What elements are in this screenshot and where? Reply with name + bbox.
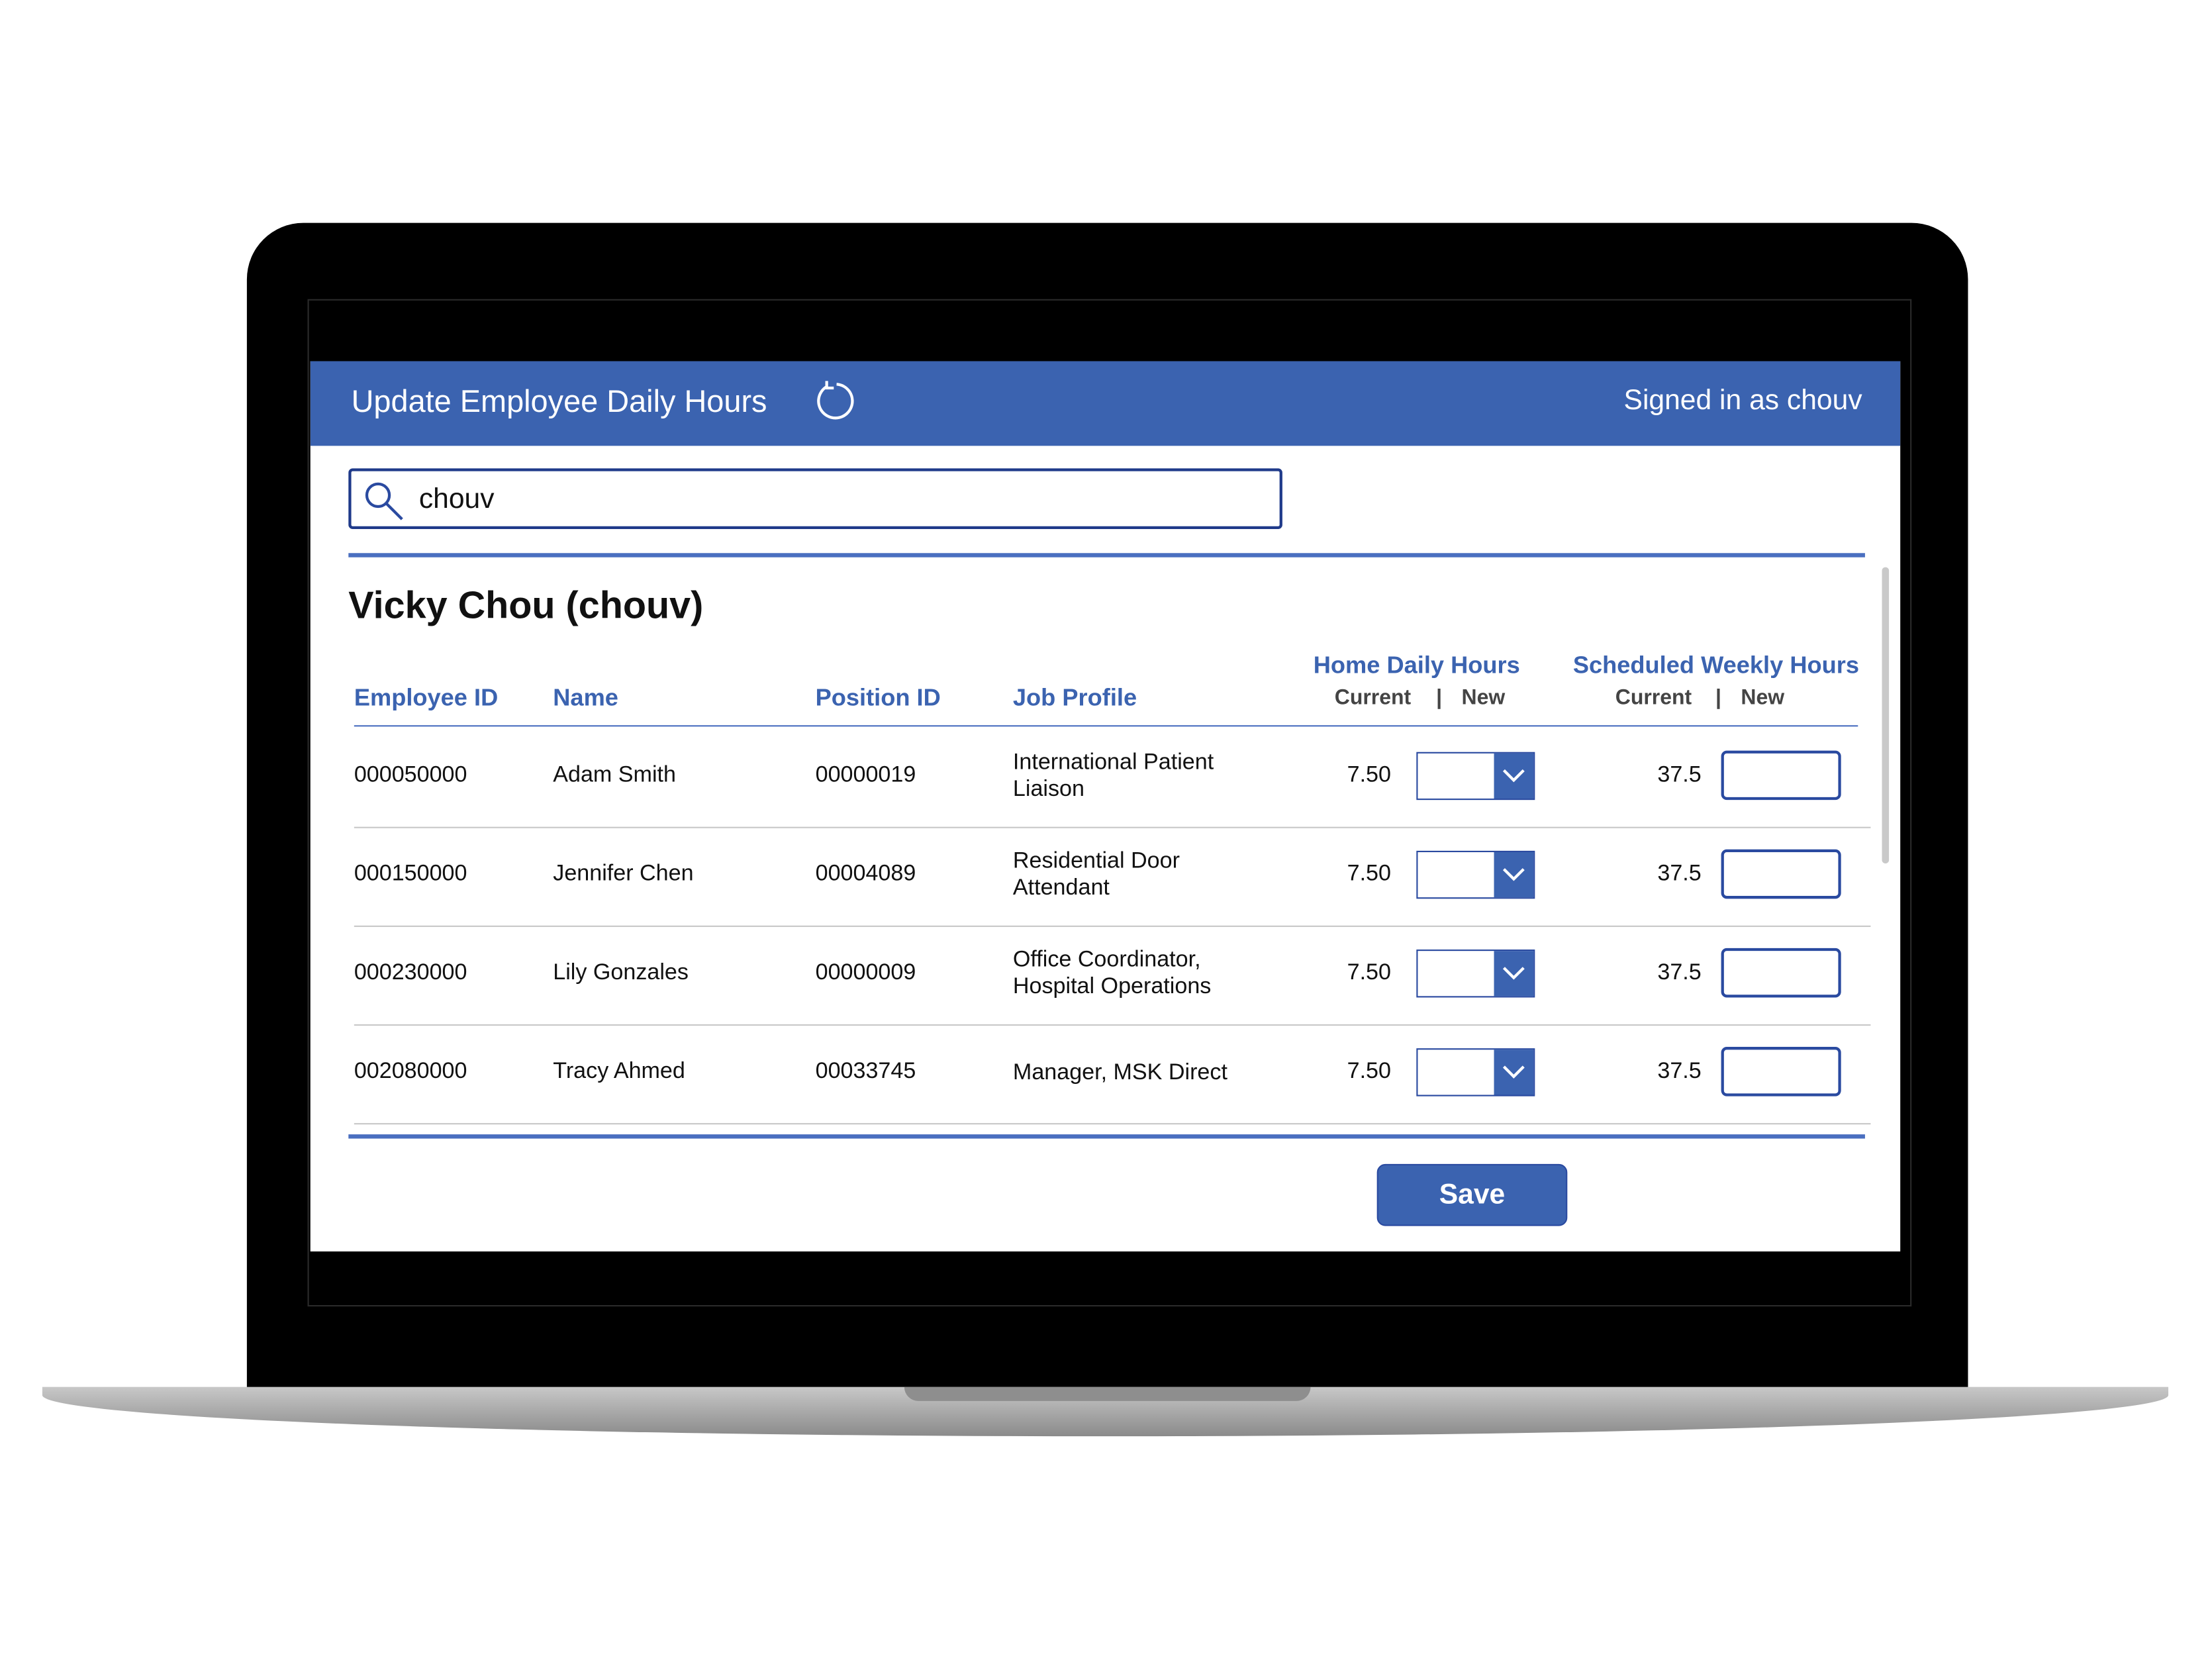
job-profile: Residential Door Attendant [1013,848,1180,902]
row-divider [354,1123,1871,1125]
job-profile-line-1: Office Coordinator, [1012,948,1201,973]
chevron-down-icon[interactable] [1494,753,1534,799]
employee-name: Lily Gonzales [553,961,689,985]
job-profile-line-2: Liaison [1012,777,1084,802]
col-employee-id: Employee ID [354,684,499,711]
sub-divider-weekly: | [1715,685,1722,710]
employee-id: 002080000 [354,1059,467,1084]
chevron-down-icon[interactable] [1494,1049,1534,1095]
position-id: 00033745 [815,1059,916,1084]
employee-id: 000230000 [354,961,467,985]
row-divider [354,925,1871,927]
save-button[interactable]: Save [1376,1163,1568,1226]
scrollbar[interactable] [1882,567,1890,864]
daily-hours-current: 7.50 [1347,1059,1391,1084]
job-profile-line-1: International Patient [1012,750,1214,775]
weekly-hours-current: 37.5 [1657,861,1702,887]
header-divider [354,725,1858,727]
weekly-hours-new-input[interactable] [1721,750,1841,801]
employee-name: Tracy Ahmed [553,1059,685,1084]
employee-id: 000050000 [354,763,467,787]
col-position-id: Position ID [815,684,941,711]
search-input[interactable]: chouv [348,468,1282,530]
job-profile-line-2: Attendant [1012,876,1110,901]
position-id: 00000009 [815,961,916,985]
weekly-hours-current: 37.5 [1657,1059,1702,1084]
position-id: 00000019 [815,763,916,787]
weekly-hours-new-input[interactable] [1721,849,1841,899]
divider-top [348,553,1865,558]
divider-bottom [348,1134,1865,1139]
sub-divider-daily: | [1436,685,1443,710]
person-title: Vicky Chou (chouv) [348,584,704,627]
employee-name: Adam Smith [553,763,676,787]
weekly-hours-new-input[interactable] [1721,948,1841,998]
employee-name: Jennifer Chen [553,861,694,887]
col-job-profile: Job Profile [1012,684,1137,711]
job-profile-line-1: Manager, MSK Direct [1012,1061,1227,1085]
chevron-down-icon[interactable] [1494,852,1534,898]
app-window: Update Employee Daily Hours Signed in as… [310,361,1901,1252]
row-divider [354,826,1871,828]
job-profile-line-1: Residential Door [1012,849,1180,873]
col-scheduled-weekly-hours: Scheduled Weekly Hours [1572,652,1859,679]
daily-hours-new-dropdown[interactable] [1416,752,1535,801]
col-home-daily-hours: Home Daily Hours [1313,652,1520,679]
job-profile: Office Coordinator, Hospital Operations [1013,947,1211,1000]
employee-id: 000150000 [354,861,467,887]
weekly-hours-current: 37.5 [1657,763,1702,787]
app-header: Update Employee Daily Hours Signed in as… [310,361,1901,446]
search-icon [365,482,403,520]
weekly-hours-new-input[interactable] [1721,1047,1841,1097]
signed-in-label: Signed in as chouv [1623,385,1862,416]
daily-hours-new-dropdown[interactable] [1416,950,1535,998]
daily-hours-current: 7.50 [1347,861,1391,887]
col-name: Name [553,684,618,711]
job-profile: International Patient Liaison [1013,749,1214,803]
sub-current-weekly: Current [1615,685,1692,710]
job-profile-line-2: Hospital Operations [1012,975,1212,999]
app-title: Update Employee Daily Hours [351,383,767,419]
search-value: chouv [418,483,495,515]
daily-hours-current: 7.50 [1347,763,1391,787]
chevron-down-icon[interactable] [1494,951,1534,997]
sub-current-daily: Current [1334,685,1412,710]
sub-new-weekly: New [1741,685,1785,710]
laptop-notch [904,1387,1311,1401]
daily-hours-new-dropdown[interactable] [1416,1048,1535,1097]
sub-new-daily: New [1461,685,1506,710]
daily-hours-current: 7.50 [1347,961,1391,985]
daily-hours-new-dropdown[interactable] [1416,850,1535,899]
position-id: 00004089 [815,861,916,887]
row-divider [354,1024,1871,1026]
job-profile: Manager, MSK Direct [1013,1059,1227,1086]
weekly-hours-current: 37.5 [1657,961,1702,985]
refresh-icon[interactable] [812,379,855,422]
